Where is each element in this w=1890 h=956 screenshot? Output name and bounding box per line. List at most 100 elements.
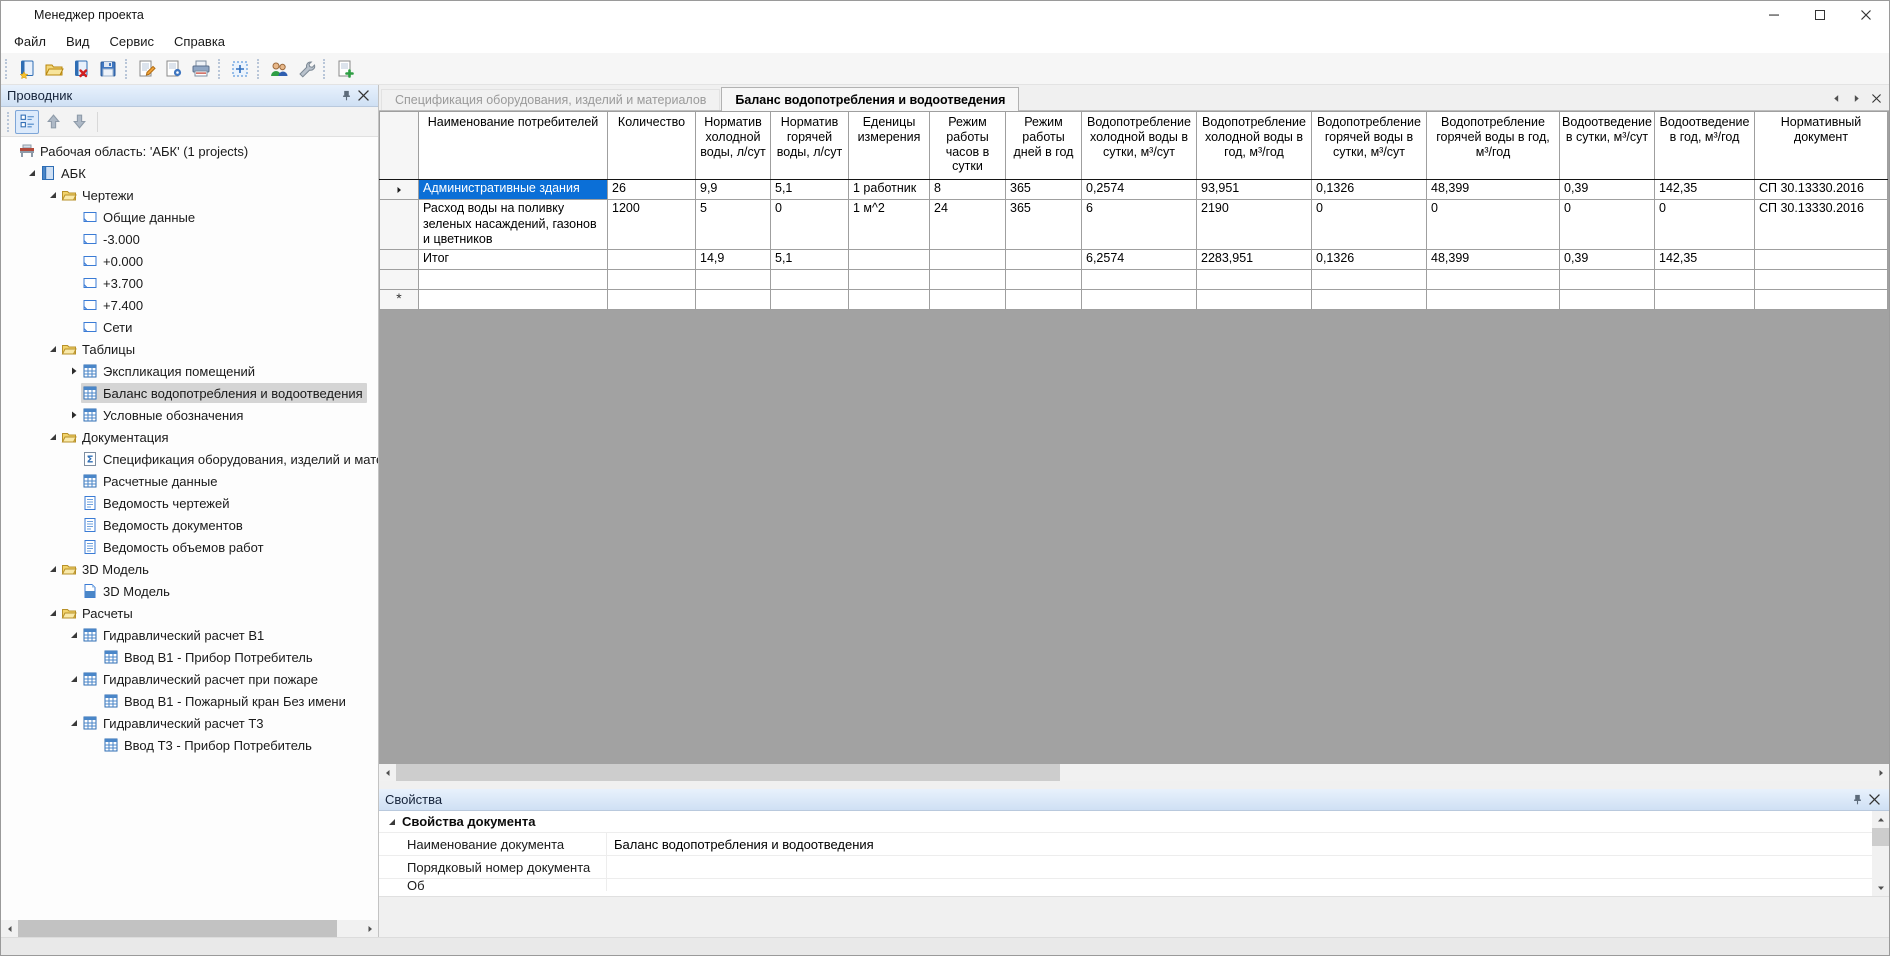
scrollbar-thumb[interactable] [1872, 828, 1889, 846]
table-cell[interactable]: 2190 [1197, 200, 1312, 250]
table-cell[interactable]: 93,951 [1197, 180, 1312, 200]
move-down-button[interactable] [67, 110, 91, 134]
explorer-close-button[interactable] [355, 87, 372, 104]
panel-splitter[interactable] [379, 781, 1889, 789]
table-cell[interactable]: 0,39 [1560, 249, 1655, 269]
table-cell[interactable]: СП 30.13330.2016 [1755, 200, 1888, 250]
export-document-button[interactable] [331, 55, 358, 82]
tools-button[interactable] [292, 55, 319, 82]
scroll-right-icon[interactable] [361, 920, 378, 937]
tree-item[interactable]: ΣСпецификация оборудования, изделий и ма… [1, 448, 378, 470]
column-header[interactable]: Еденицы измерения [849, 112, 930, 180]
table-cell[interactable] [1560, 269, 1655, 289]
properties-group-header[interactable]: Свойства документа [379, 811, 1889, 832]
table-cell[interactable] [1427, 289, 1560, 309]
tree-item[interactable]: +3.700 [1, 272, 378, 294]
table-horizontal-scrollbar[interactable] [379, 764, 1889, 781]
scrollbar-thumb[interactable] [18, 920, 337, 937]
tab-scroll-right-button[interactable] [1850, 92, 1863, 105]
column-header[interactable]: Водоотведение в сутки, м³/сут [1560, 112, 1655, 180]
table-cell[interactable]: 142,35 [1655, 249, 1755, 269]
column-header[interactable]: Норматив холодной воды, л/сут [696, 112, 771, 180]
tree-item[interactable]: 3D Модель [1, 580, 378, 602]
table-cell[interactable]: 9,9 [696, 180, 771, 200]
tree-item[interactable]: Баланс водопотребления и водоотведения [1, 382, 378, 404]
move-up-button[interactable] [41, 110, 65, 134]
table-cell[interactable]: 2283,951 [1197, 249, 1312, 269]
maximize-button[interactable] [1797, 1, 1843, 29]
table-cell[interactable]: 0,2574 [1082, 180, 1197, 200]
row-selector[interactable] [380, 200, 419, 250]
table-cell[interactable]: СП 30.13330.2016 [1755, 180, 1888, 200]
scrollbar-thumb[interactable] [396, 764, 1060, 781]
table-cell[interactable]: Итог [419, 249, 608, 269]
column-header[interactable]: Норматив горячей воды, л/сут [771, 112, 849, 180]
document-properties-button[interactable] [133, 55, 160, 82]
table-cell[interactable]: 14,9 [696, 249, 771, 269]
expanded-arrow-icon[interactable] [24, 168, 39, 178]
scrollbar-track[interactable] [18, 920, 361, 937]
new-project-button[interactable] [13, 55, 40, 82]
expanded-arrow-icon[interactable] [66, 630, 81, 640]
table-corner-cell[interactable] [380, 112, 419, 180]
row-selector[interactable]: * [380, 289, 419, 309]
explorer-horizontal-scrollbar[interactable] [1, 920, 378, 937]
tab-active[interactable]: Баланс водопотребления и водоотведения [721, 87, 1019, 111]
properties-vertical-scrollbar[interactable] [1872, 811, 1889, 896]
collapsed-arrow-icon[interactable] [66, 366, 81, 376]
table-cell[interactable] [1082, 289, 1197, 309]
tree-item[interactable]: Чертежи [1, 184, 378, 206]
property-value[interactable] [607, 856, 1889, 878]
scroll-up-icon[interactable] [1872, 811, 1889, 828]
tree-view-mode-button[interactable] [15, 110, 39, 134]
tree-item[interactable]: Расчетные данные [1, 470, 378, 492]
scrollbar-track[interactable] [396, 764, 1872, 781]
open-project-button[interactable] [40, 55, 67, 82]
row-selector[interactable] [380, 269, 419, 289]
table-cell[interactable] [608, 289, 696, 309]
table-cell[interactable] [1755, 269, 1888, 289]
table-cell[interactable] [1655, 269, 1755, 289]
tree-item[interactable]: Ведомость документов [1, 514, 378, 536]
column-header[interactable]: Водопотребление холодной воды в год, м³/… [1197, 112, 1312, 180]
properties-pin-button[interactable] [1849, 791, 1866, 808]
column-header[interactable]: Режим работы часов в сутки [930, 112, 1006, 180]
table-cell[interactable]: 0,1326 [1312, 180, 1427, 200]
table-cell[interactable]: 1200 [608, 200, 696, 250]
tree-item[interactable]: Общие данные [1, 206, 378, 228]
close-project-button[interactable] [67, 55, 94, 82]
expanded-arrow-icon[interactable] [45, 564, 60, 574]
table-cell[interactable]: 26 [608, 180, 696, 200]
table-cell[interactable]: 8 [930, 180, 1006, 200]
table-cell[interactable] [419, 289, 608, 309]
table-cell[interactable]: 1 работник [849, 180, 930, 200]
table-cell[interactable]: 1 м^2 [849, 200, 930, 250]
expanded-arrow-icon[interactable] [45, 608, 60, 618]
expanded-arrow-icon[interactable] [66, 718, 81, 728]
table-cell[interactable] [1197, 289, 1312, 309]
scrollbar-track[interactable] [1872, 828, 1889, 879]
expanded-arrow-icon[interactable] [66, 674, 81, 684]
tree-item[interactable]: Условные обозначения [1, 404, 378, 426]
tree-item[interactable]: Сети [1, 316, 378, 338]
table-cell[interactable]: 0 [1427, 200, 1560, 250]
tree-item[interactable]: Ввод Т3 - Прибор Потребитель [1, 734, 378, 756]
table-cell[interactable] [849, 249, 930, 269]
tree-item[interactable]: Гидравлический расчет В1 [1, 624, 378, 646]
table-cell[interactable]: 365 [1006, 180, 1082, 200]
properties-close-button[interactable] [1866, 791, 1883, 808]
users-button[interactable] [265, 55, 292, 82]
table-cell[interactable]: 0 [1560, 200, 1655, 250]
table-cell[interactable] [849, 289, 930, 309]
table-cell[interactable] [1560, 289, 1655, 309]
table-cell[interactable] [1755, 289, 1888, 309]
table-cell[interactable] [1006, 249, 1082, 269]
tree-item[interactable]: -3.000 [1, 228, 378, 250]
expanded-arrow-icon[interactable] [45, 344, 60, 354]
column-header[interactable]: Нормативный документ [1755, 112, 1888, 180]
table-cell[interactable]: 5,1 [771, 249, 849, 269]
document-settings-button[interactable] [160, 55, 187, 82]
tree-item[interactable]: Ввод В1 - Пожарный кран Без имени [1, 690, 378, 712]
close-button[interactable] [1843, 1, 1889, 29]
table-cell[interactable] [608, 269, 696, 289]
